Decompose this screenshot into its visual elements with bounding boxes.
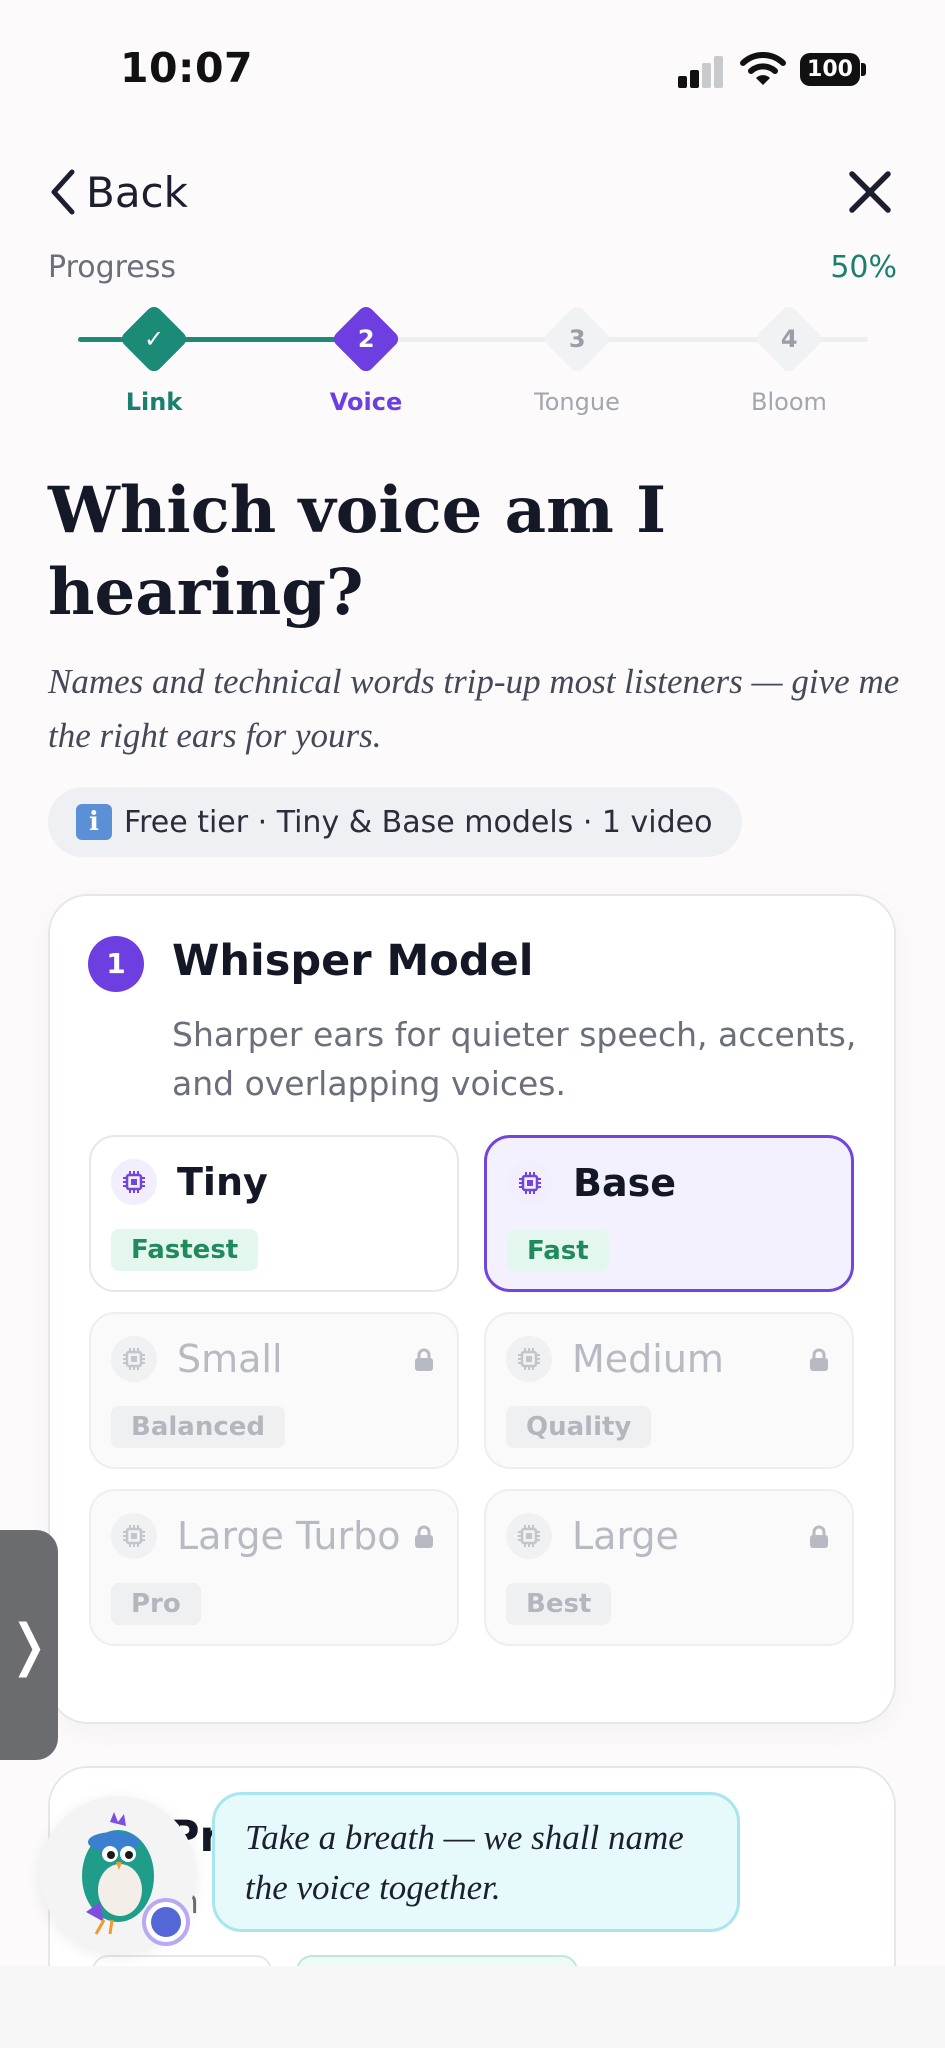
- assistant-status-dot: [142, 1898, 190, 1946]
- assistant-speech-bubble: Take a breath — we shall name the voice …: [212, 1792, 740, 1932]
- page-subtitle: Names and technical words trip-up most l…: [48, 662, 900, 755]
- model-option-name: Base: [573, 1161, 676, 1205]
- step-label-tongue: Tongue: [534, 388, 620, 416]
- bottom-bar: [0, 1966, 945, 2048]
- chip-icon: [111, 1513, 157, 1559]
- step-marker-tongue: 3: [541, 303, 613, 375]
- tier-info-pill: i Free tier · Tiny & Base models · 1 vid…: [48, 787, 743, 857]
- tier-info-text: Free tier · Tiny & Base models · 1 video: [124, 804, 713, 840]
- side-panel-handle[interactable]: ❭: [0, 1530, 58, 1760]
- lock-icon: [810, 1348, 828, 1371]
- chip-icon: [506, 1513, 552, 1559]
- section-description: Sharper ears for quieter speech, accents…: [172, 1015, 857, 1103]
- model-option-medium[interactable]: Medium Quality: [484, 1312, 854, 1469]
- section-number-badge: 1: [88, 936, 144, 992]
- progress-percent: 50%: [830, 250, 897, 285]
- model-option-large[interactable]: Large Best: [484, 1489, 854, 1646]
- chip-icon: [111, 1336, 157, 1382]
- model-option-large-turbo[interactable]: Large Turbo Pro: [89, 1489, 459, 1646]
- step-label-bloom: Bloom: [751, 388, 827, 416]
- section-title: Whisper Model: [172, 936, 534, 986]
- cellular-signal-icon: [678, 56, 724, 88]
- model-option-name: Tiny: [177, 1160, 268, 1204]
- model-option-badge: Pro: [111, 1583, 201, 1625]
- battery-indicator: 100: [800, 53, 860, 86]
- model-option-name: Large: [572, 1514, 679, 1558]
- model-option-tiny[interactable]: Tiny Fastest: [89, 1135, 459, 1292]
- step-label-voice: Voice: [329, 388, 403, 416]
- step-label-link: Link: [125, 388, 183, 416]
- status-time: 10:07: [120, 44, 254, 92]
- model-option-small[interactable]: Small Balanced: [89, 1312, 459, 1469]
- wifi-icon: [740, 52, 786, 85]
- chip-icon: [506, 1336, 552, 1382]
- model-option-badge: Best: [506, 1583, 612, 1625]
- model-option-base[interactable]: Base Fast: [484, 1135, 854, 1292]
- back-label: Back: [86, 167, 188, 217]
- progress-label: Progress: [48, 250, 177, 285]
- model-option-badge: Balanced: [111, 1406, 285, 1448]
- close-icon[interactable]: [842, 164, 898, 220]
- model-option-name: Medium: [572, 1337, 724, 1381]
- chip-icon: [111, 1159, 157, 1205]
- info-icon: i: [76, 804, 112, 840]
- step-marker-link: ✓: [118, 303, 190, 375]
- chevron-left-icon: [51, 169, 75, 215]
- check-icon: ✓: [143, 324, 165, 353]
- chevron-right-icon: ❭: [5, 1612, 53, 1678]
- step-marker-bloom: 4: [753, 303, 825, 375]
- model-option-badge: Fastest: [111, 1229, 259, 1271]
- page-title: Which voice am I hearing?: [48, 473, 667, 630]
- step-marker-voice: 2: [330, 303, 402, 375]
- model-option-name: Large Turbo: [177, 1514, 401, 1558]
- back-button[interactable]: Back: [48, 162, 188, 222]
- chip-icon: [507, 1160, 553, 1206]
- battery-tip: [861, 63, 866, 76]
- lock-icon: [415, 1348, 433, 1371]
- model-option-badge: Quality: [506, 1406, 652, 1448]
- lock-icon: [415, 1525, 433, 1548]
- lock-icon: [810, 1525, 828, 1548]
- model-option-badge: Fast: [507, 1230, 609, 1272]
- model-option-name: Small: [177, 1337, 283, 1381]
